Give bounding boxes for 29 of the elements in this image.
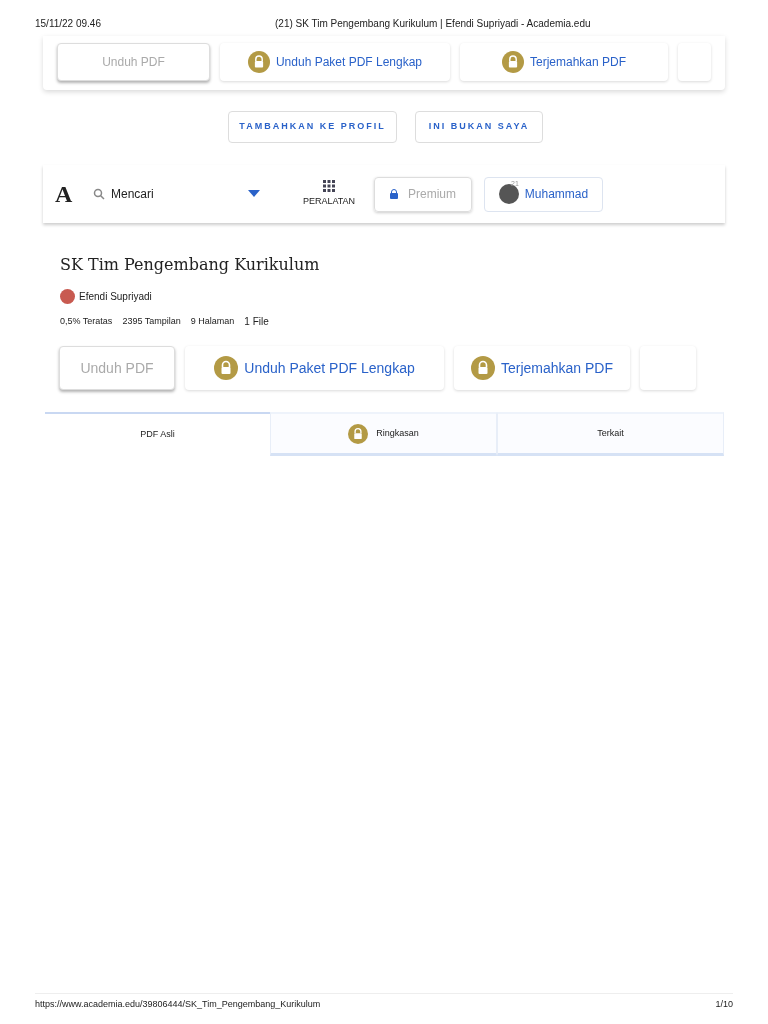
print-title: (21) SK Tim Pengembang Kurikulum | Efendi Supriyadi - Academia.edu (275, 17, 591, 31)
more-button[interactable] (678, 43, 711, 81)
author-name[interactable]: Efendi Supriyadi (79, 289, 152, 304)
profile-action-button[interactable]: INI BUKAN SAYA (415, 111, 543, 143)
search-icon (93, 188, 105, 200)
download-button[interactable]: Terjemahkan PDF (460, 43, 668, 81)
more-button[interactable] (640, 346, 696, 390)
tab[interactable]: Ringkasan (270, 412, 497, 456)
avatar (60, 289, 75, 304)
download-button[interactable]: Unduh Paket PDF Lengkap (185, 346, 444, 390)
page-number: 1/10 (715, 997, 733, 1011)
caret-icon[interactable] (248, 190, 260, 198)
avatar (498, 184, 519, 204)
grid-icon (323, 179, 335, 192)
document-stat: 9 Halaman (190, 314, 235, 328)
download-button[interactable]: Terjemahkan PDF (454, 346, 630, 390)
document-stat: 2395 Tampilan (122, 314, 181, 328)
tools-button[interactable]: PERALATAN (294, 179, 364, 209)
download-button[interactable]: Unduh Paket PDF Lengkap (220, 43, 450, 81)
profile-action-button[interactable]: TAMBAHKAN KE PROFIL (228, 111, 397, 143)
page-url: https://www.academia.edu/39806444/SK_Tim_Pengembang_Kurikulum (35, 997, 321, 1011)
document-title: SK Tim Pengembang Kurikulum (60, 254, 321, 276)
search-field[interactable]: Mencari (111, 185, 211, 203)
document-stat: 1 File (244, 315, 269, 329)
logo[interactable]: A (55, 176, 93, 212)
lock-icon (390, 189, 398, 199)
tab[interactable]: Terkait (497, 412, 724, 456)
print-date: 15/11/22 09.46 (35, 17, 102, 31)
document-stat: 0,5% Teratas (60, 314, 113, 328)
